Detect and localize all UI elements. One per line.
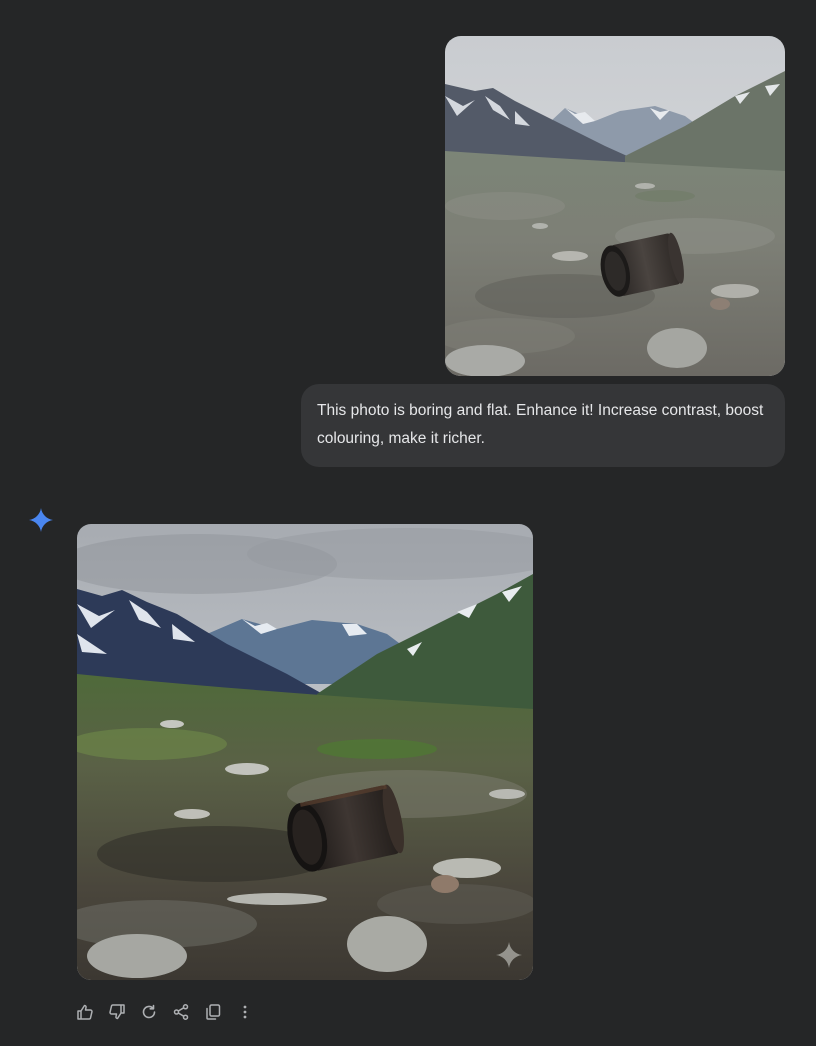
thumbs-up-icon: [77, 1004, 93, 1020]
response-actions: [74, 1000, 266, 1024]
thumbs-up-button[interactable]: [74, 1001, 96, 1023]
regenerate-button[interactable]: [138, 1001, 160, 1023]
copy-button[interactable]: [202, 1001, 224, 1023]
more-icon: [243, 1005, 247, 1019]
enhanced-photo[interactable]: [77, 524, 533, 980]
user-message-text: This photo is boring and flat. Enhance i…: [317, 402, 764, 447]
user-uploaded-photo[interactable]: [445, 36, 785, 376]
share-icon: [173, 1004, 189, 1020]
assistant-spark-icon: [28, 507, 54, 533]
share-button[interactable]: [170, 1001, 192, 1023]
user-message-bubble: This photo is boring and flat. Enhance i…: [301, 384, 785, 467]
more-options-button[interactable]: [234, 1001, 256, 1023]
enhanced-mountain-landscape-photo: [77, 524, 533, 980]
copy-icon: [206, 1004, 221, 1020]
chat-page: This photo is boring and flat. Enhance i…: [0, 0, 816, 1046]
thumbs-down-icon: [109, 1004, 125, 1020]
regenerate-icon: [142, 1004, 156, 1019]
mountain-landscape-photo: [445, 36, 785, 376]
thumbs-down-button[interactable]: [106, 1001, 128, 1023]
